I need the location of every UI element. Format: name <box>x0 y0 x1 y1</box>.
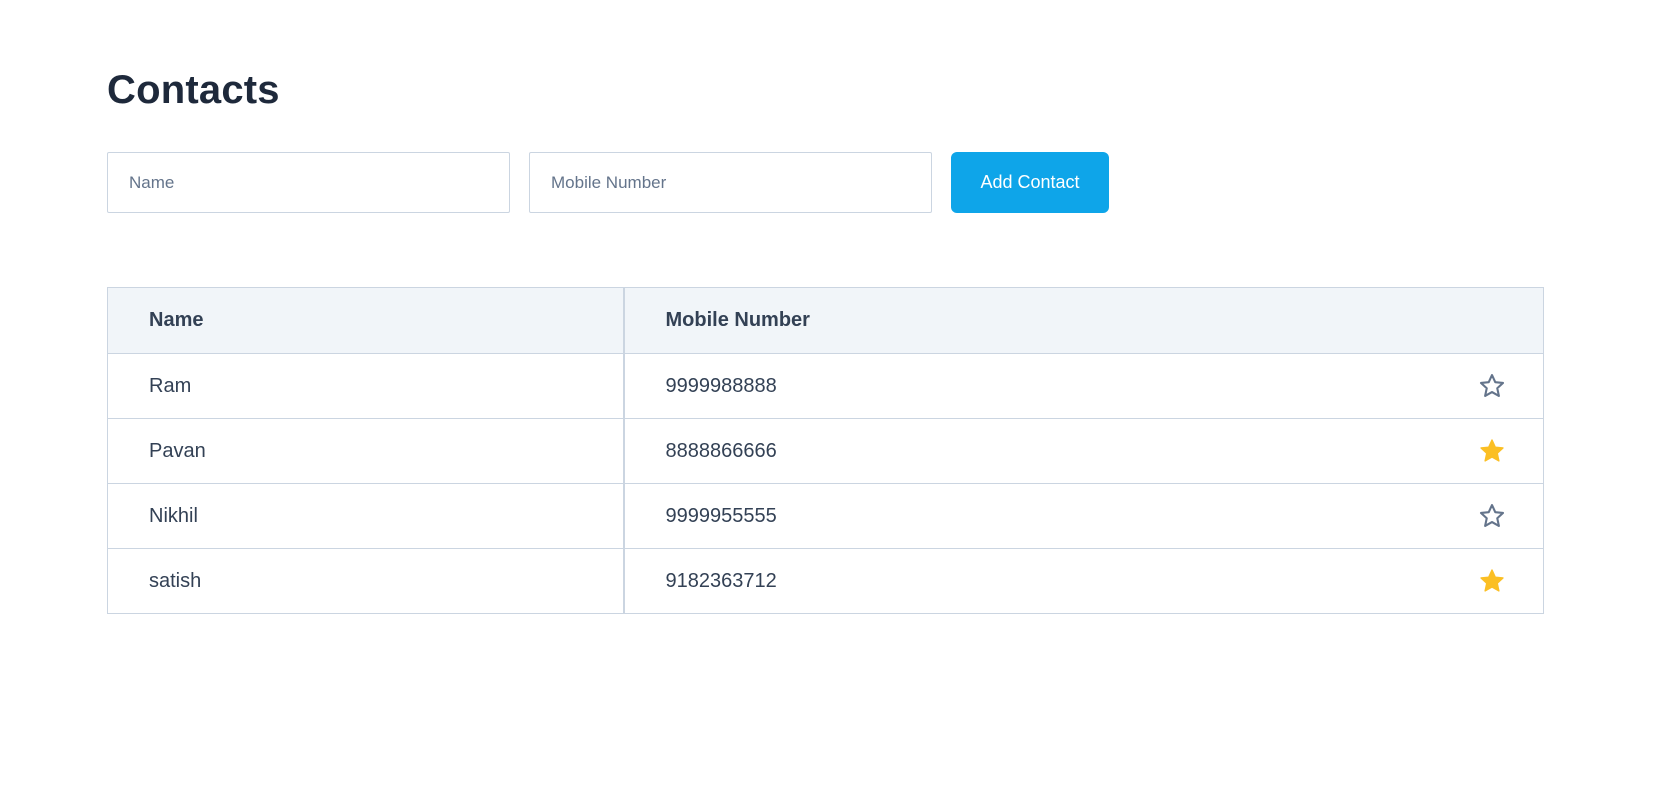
name-column-header: Name <box>107 287 625 354</box>
table-row: Nikhil 9999955555 <box>107 483 1544 549</box>
contacts-page: Contacts Add Contact Name Mobile Number … <box>0 0 1662 785</box>
contact-name-cell: Pavan <box>107 418 625 484</box>
contact-mobile-cell: 9999988888 <box>623 353 1544 419</box>
contact-mobile-number: 9999988888 <box>665 374 777 397</box>
contact-mobile-cell: 9999955555 <box>623 483 1544 549</box>
contact-mobile-number: 9182363712 <box>665 569 777 592</box>
table-header-row: Name Mobile Number <box>107 287 1544 354</box>
table-row: satish 9182363712 <box>107 548 1544 614</box>
star-outline-icon <box>1479 503 1505 527</box>
table-row: Pavan 8888866666 <box>107 418 1544 484</box>
star-outline-icon <box>1479 373 1505 397</box>
name-input[interactable] <box>107 152 510 213</box>
add-contact-button[interactable]: Add Contact <box>951 152 1109 213</box>
contact-mobile-number: 8888866666 <box>665 439 777 462</box>
star-filled-icon <box>1480 569 1504 592</box>
contact-mobile-cell: 8888866666 <box>623 418 1544 484</box>
contact-name-cell: satish <box>107 548 625 614</box>
contacts-table: Name Mobile Number Ram 9999988888 Pavan … <box>107 287 1544 614</box>
mobile-column-header: Mobile Number <box>623 287 1544 354</box>
add-contact-form: Add Contact <box>107 152 1662 213</box>
star-filled-icon <box>1480 439 1504 462</box>
contact-name-cell: Ram <box>107 353 625 419</box>
contact-mobile-number: 9999955555 <box>665 504 777 527</box>
mobile-number-input[interactable] <box>529 152 932 213</box>
contact-mobile-cell: 9182363712 <box>623 548 1544 614</box>
favorite-toggle-button[interactable] <box>1477 566 1507 596</box>
page-title: Contacts <box>107 68 280 112</box>
favorite-toggle-button[interactable] <box>1477 436 1507 466</box>
favorite-toggle-button[interactable] <box>1477 371 1507 401</box>
favorite-toggle-button[interactable] <box>1477 501 1507 531</box>
contact-name-cell: Nikhil <box>107 483 625 549</box>
table-row: Ram 9999988888 <box>107 353 1544 419</box>
